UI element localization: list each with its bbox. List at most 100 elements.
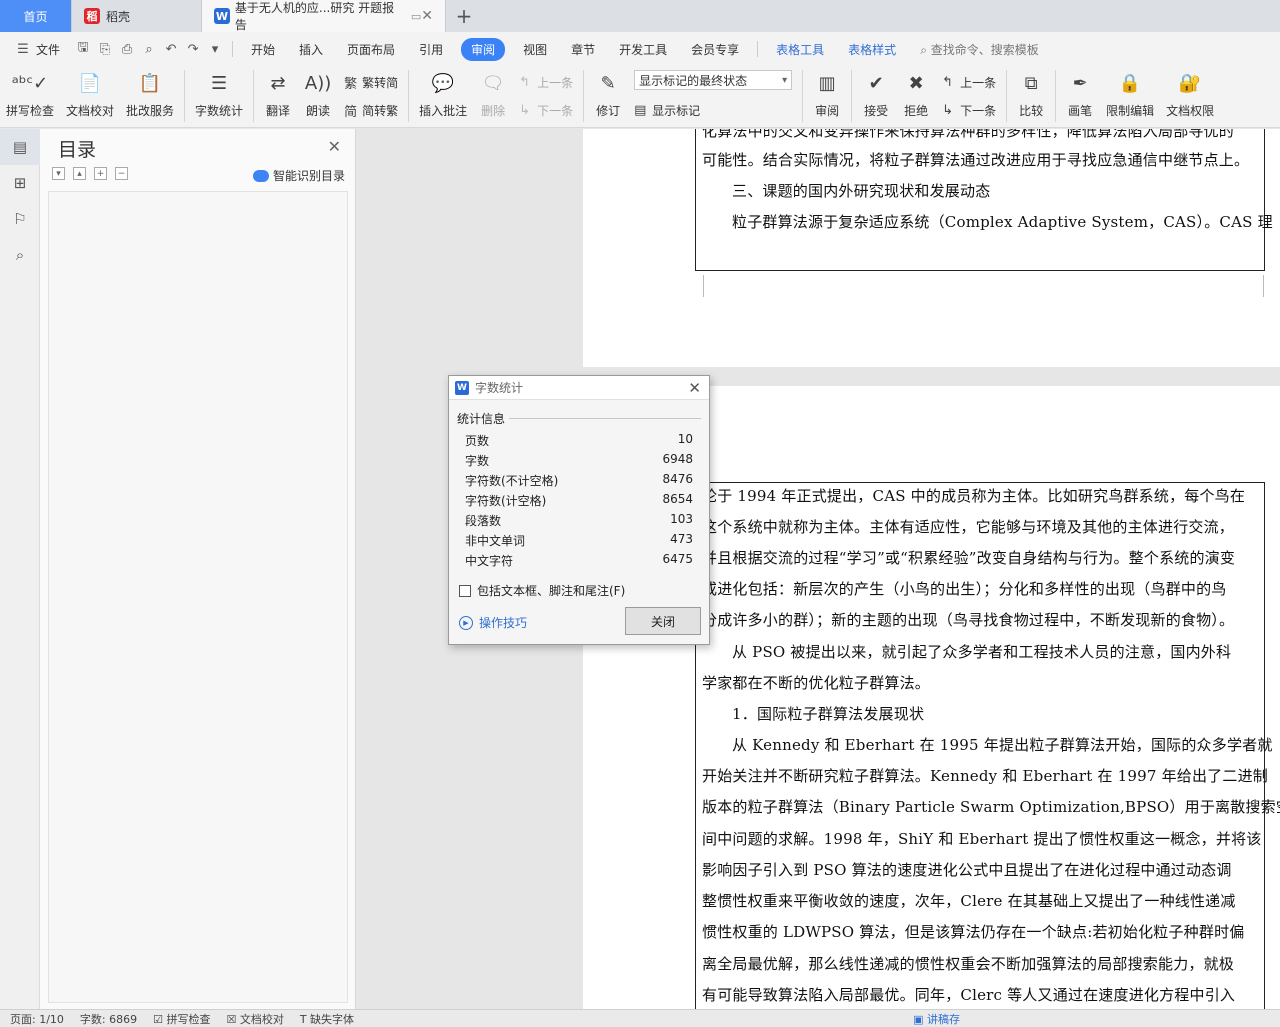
checkbox-label: 包括文本框、脚注和尾注(F) (477, 584, 626, 598)
word-count-indicator[interactable]: 字数: 6869 (80, 1011, 137, 1027)
proofread-icon: 📄 (78, 72, 102, 94)
include-textbox-checkbox[interactable]: 包括文本框、脚注和尾注(F) (459, 582, 625, 599)
bookmark-icon[interactable]: ⚐ (0, 201, 40, 237)
text-frame[interactable]: 论于 1994 年正式提出，CAS 中的成员称为主体。比如研究鸟群系统，每个鸟在… (695, 482, 1280, 1009)
close-icon[interactable]: ✕ (421, 8, 433, 24)
missing-font-status[interactable]: T 缺失字体 (300, 1011, 354, 1027)
menu-developer[interactable]: 开发工具 (607, 41, 679, 58)
menu-member[interactable]: 会员专享 (679, 41, 751, 58)
minus-icon[interactable]: − (115, 167, 128, 180)
add-icon[interactable]: + (94, 167, 107, 180)
prev-comment-icon: ↰ (519, 74, 530, 90)
speech-status[interactable]: ▣ 讲稿存 (913, 1011, 960, 1027)
menu-table-style[interactable]: 表格样式 (836, 41, 908, 58)
revise-service-button[interactable]: 📋 批改服务 (120, 70, 180, 119)
translate-button[interactable]: ⇄ 翻译 (258, 70, 298, 119)
markup-state-select[interactable]: 显示标记的最终状态 (634, 70, 793, 90)
trad-to-simp-icon: 繁 (344, 76, 358, 92)
outline-icon[interactable]: ⊞ (0, 165, 40, 201)
track-changes-button[interactable]: ✎ 修订 (588, 70, 628, 119)
doc-permission-button[interactable]: 🔐 文档权限 (1160, 70, 1220, 119)
doc-line: 粒子群算法源于复杂适应系统（Complex Adaptive System，CA… (732, 213, 1273, 231)
print-icon[interactable]: ⎙ (116, 42, 138, 57)
proofread-status-label: 文档校对 (239, 1012, 284, 1026)
compare-button[interactable]: ⧉ 比较 (1011, 70, 1051, 119)
insert-comment-icon: 💬 (431, 72, 455, 94)
collapse-icon[interactable]: ▾ (52, 167, 65, 180)
review-pane-label: 审阅 (815, 104, 840, 118)
word-count-dialog: W 字数统计 ✕ 统计信息 页数 10 字数 6948 字符数(不计空格) 8476 … (448, 375, 710, 645)
menu-table-tools[interactable]: 表格工具 (764, 41, 836, 58)
close-icon[interactable]: ✕ (688, 379, 701, 397)
simp-to-trad-button[interactable]: 简简转繁 (344, 98, 398, 122)
review-pane-button[interactable]: ▥ 审阅 (807, 70, 847, 119)
customize-icon[interactable]: ▾ (204, 42, 226, 57)
hamburger-icon[interactable]: ☰ (12, 42, 34, 57)
expand-icon[interactable]: ▴ (73, 167, 86, 180)
search-icon[interactable]: ⌕ (0, 237, 40, 273)
spell-check-icon: ᵃᵇᶜ✓ (11, 72, 49, 94)
page-indicator[interactable]: 页面: 1/10 (10, 1011, 64, 1027)
reject-button[interactable]: ✖ 拒绝 (896, 70, 936, 119)
menu-reference[interactable]: 引用 (407, 41, 455, 58)
window-icon[interactable]: ▭ (411, 10, 421, 23)
change-nav-group: ↰ 上一条 ↳ 下一条 (936, 70, 1002, 122)
smart-toc-label: 智能识别目录 (272, 169, 345, 183)
tab-home[interactable]: 首页 (0, 0, 72, 32)
next-comment-label: 下一条 (537, 103, 574, 118)
menu-chapter[interactable]: 章节 (559, 41, 607, 58)
next-comment-button[interactable]: ↳ 下一条 (519, 98, 573, 122)
menu-start[interactable]: 开始 (239, 41, 287, 58)
save-icon[interactable]: 🖫 (72, 38, 94, 60)
prev-change-button[interactable]: ↰ 上一条 (942, 70, 996, 94)
doc-line: 整惯性权重来平衡收敛的速度，次年，Clere 在其基础上又提出了一种线性递减 (702, 892, 1236, 910)
accept-button[interactable]: ✔ 接受 (856, 70, 896, 119)
insert-comment-button[interactable]: 💬 插入批注 (413, 70, 473, 119)
stat-label: 页数 (465, 434, 490, 448)
undo-icon[interactable]: ↶ (160, 42, 182, 57)
side-icon-bar: ▤ ⊞ ⚐ ⌕ (0, 129, 40, 1009)
proofread-button[interactable]: 📄 文档校对 (60, 70, 120, 119)
menu-review[interactable]: 审阅 (461, 37, 506, 61)
spell-check-button[interactable]: ᵃᵇᶜ✓ 拼写检查 (0, 70, 60, 119)
preview-icon[interactable]: ⌕ (138, 42, 160, 57)
stat-value: 103 (670, 512, 693, 526)
close-button[interactable]: 关闭 (625, 607, 701, 635)
word-count-button[interactable]: ☰ 字数统计 (189, 70, 249, 119)
spell-check-status[interactable]: ☑ 拼写检查 (153, 1011, 210, 1027)
dialog-titlebar[interactable]: W 字数统计 ✕ (449, 376, 709, 400)
tips-link[interactable]: ▶ 操作技巧 (459, 614, 527, 631)
read-aloud-button[interactable]: A)) 朗读 (298, 70, 338, 119)
file-menu[interactable]: 文件 (34, 41, 72, 58)
menu-view[interactable]: 视图 (511, 41, 559, 58)
text-frame[interactable]: 化算法中的交叉和变异操作来保持算法种群的多样性，降低算法陷入局部寻优的 可能性。… (695, 129, 1273, 271)
tab-document[interactable]: W 基于无人机的应...研究 开题报告 ▭ ✕ (202, 0, 446, 32)
proofread-status[interactable]: ☒ 文档校对 (226, 1011, 283, 1027)
new-tab-button[interactable]: + (446, 0, 482, 32)
reject-label: 拒绝 (904, 104, 929, 118)
toc-pane-icon[interactable]: ▤ (0, 129, 40, 165)
reject-icon: ✖ (908, 72, 924, 94)
doc-line: 影响因子引入到 PSO 算法的速度进化公式中且提出了在进化过程中通过动态调 (702, 861, 1232, 879)
show-markup-button[interactable]: ▤ 显示标记 (634, 98, 792, 122)
word-count-icon: ☰ (210, 72, 228, 94)
ribbon-review: ᵃᵇᶜ✓ 拼写检查 📄 文档校对 📋 批改服务 ☰ 字数统计 ⇄ 翻译 A)) 朗读 繁繁转… (0, 66, 1280, 128)
status-bar: 页面: 1/10 字数: 6869 ☑ 拼写检查 ☒ 文档校对 T 缺失字体 ▣… (0, 1009, 1280, 1027)
close-icon[interactable]: ✕ (328, 137, 341, 156)
pen-button[interactable]: ✒ 画笔 (1060, 70, 1100, 119)
smart-toc-button[interactable]: 智能识别目录 (252, 167, 345, 184)
restrict-edit-button[interactable]: 🔒 限制编辑 (1100, 70, 1160, 119)
ribbon-divider (408, 70, 410, 122)
menu-insert[interactable]: 插入 (287, 41, 335, 58)
review-pane-icon: ▥ (818, 72, 836, 94)
menu-layout[interactable]: 页面布局 (335, 41, 407, 58)
delete-comment-button[interactable]: 🗨 删除 (473, 70, 513, 119)
daoke-logo-icon: 稻 (84, 8, 100, 24)
command-search[interactable]: ⌕ 查找命令、搜索模板 (908, 41, 1039, 58)
redo-icon[interactable]: ↷ (182, 42, 204, 57)
trad-to-simp-button[interactable]: 繁繁转简 (344, 70, 398, 94)
next-change-button[interactable]: ↳ 下一条 (942, 98, 996, 122)
tab-daoke[interactable]: 稻 稻壳 (72, 0, 202, 32)
prev-comment-button[interactable]: ↰ 上一条 (519, 70, 573, 94)
export-icon[interactable]: ⎘ (94, 42, 116, 57)
